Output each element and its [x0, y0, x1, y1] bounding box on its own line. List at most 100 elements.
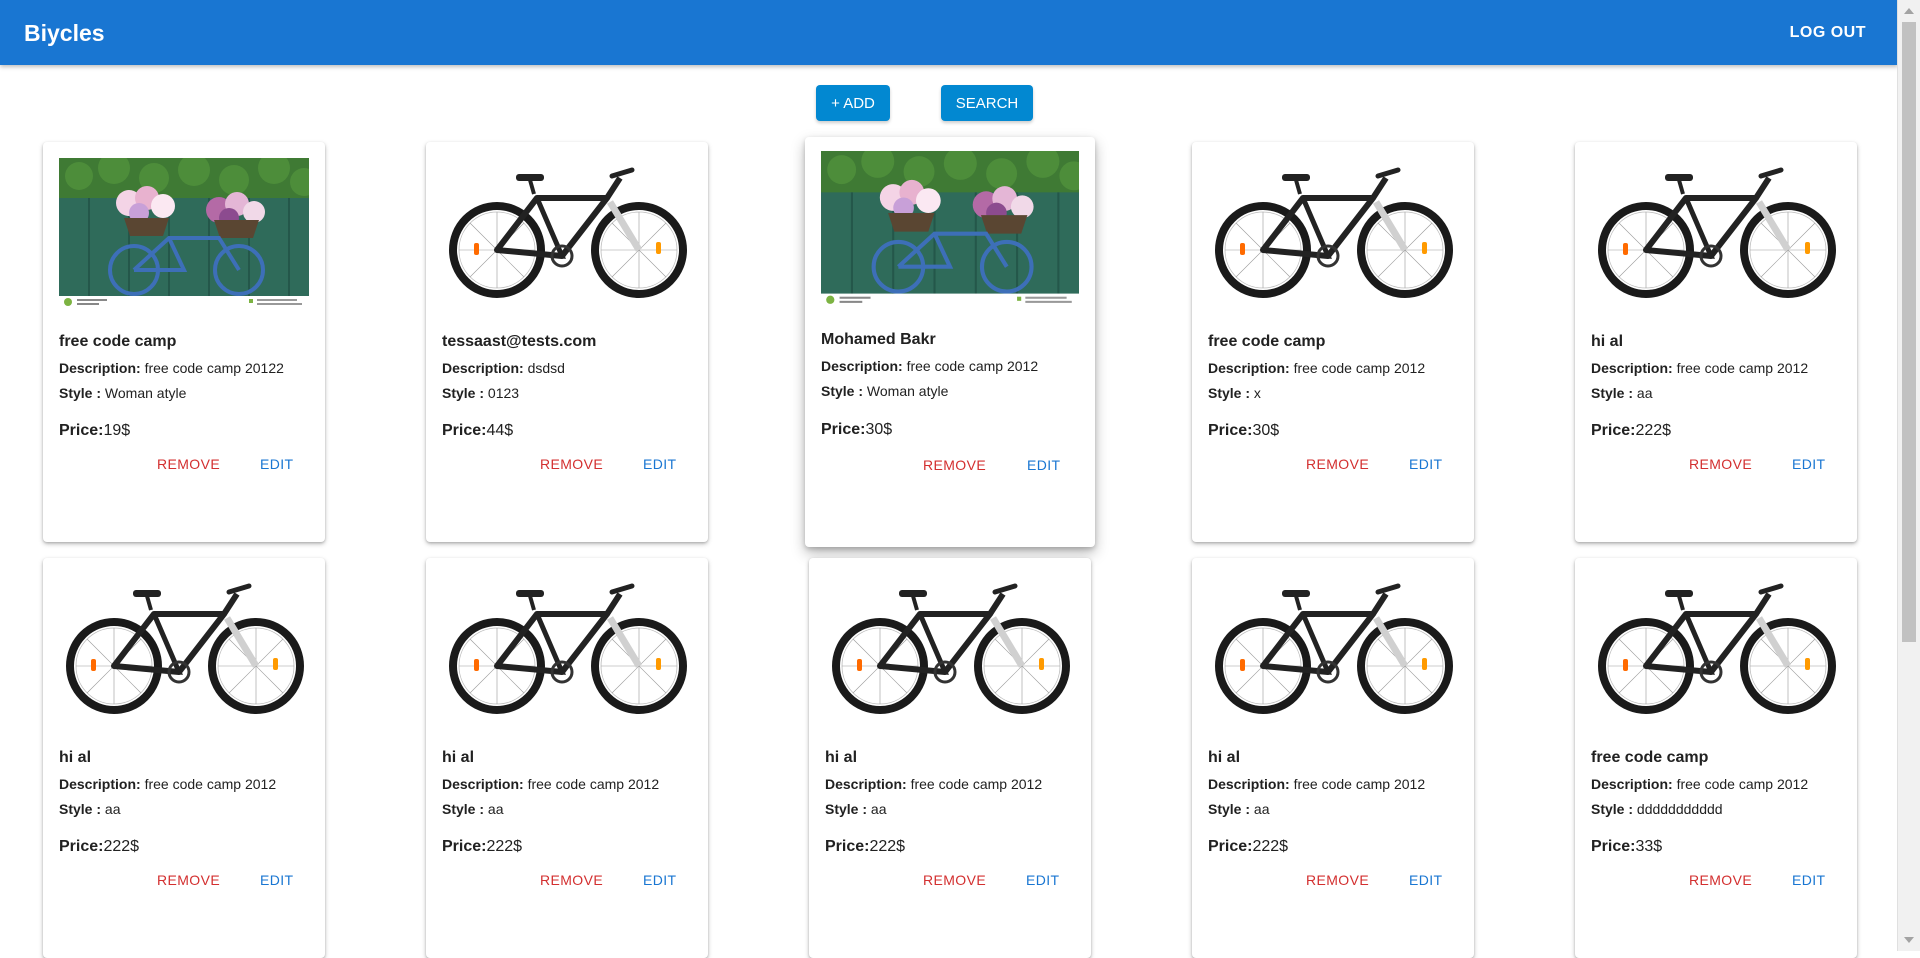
price-value: 222$	[1635, 422, 1672, 439]
style-value: aa	[1253, 801, 1270, 817]
card-title: hi al	[825, 749, 858, 766]
page-scrollbar[interactable]	[1897, 0, 1920, 951]
card-title: free code camp	[1591, 749, 1709, 766]
remove-button[interactable]: REMOVE	[1306, 456, 1369, 472]
style-label: Style :	[1208, 385, 1251, 401]
price-label: Price:	[442, 838, 487, 855]
style-label: Style :	[442, 801, 485, 817]
description-value: free code camp 2012	[1676, 360, 1809, 376]
description-label: Description:	[59, 360, 141, 376]
remove-button[interactable]: REMOVE	[157, 872, 220, 888]
description-value: free code camp 2012	[144, 776, 277, 792]
card-title: hi al	[442, 749, 475, 766]
style-label: Style :	[59, 801, 102, 817]
remove-button[interactable]: REMOVE	[1689, 872, 1752, 888]
remove-button[interactable]: REMOVE	[540, 456, 603, 472]
price-value: 222$	[486, 838, 523, 855]
style-label: Style :	[821, 383, 864, 399]
bicycle-card: hi al Description: free code camp 2012 S…	[809, 558, 1091, 958]
remove-button[interactable]: REMOVE	[540, 872, 603, 888]
description-label: Description:	[1591, 360, 1673, 376]
price-value: 19$	[103, 422, 131, 439]
style-label: Style :	[1208, 801, 1251, 817]
edit-button[interactable]: EDIT	[1409, 456, 1443, 472]
bicycle-photo	[59, 574, 309, 724]
remove-button[interactable]: REMOVE	[157, 456, 220, 472]
scrollbar-thumb[interactable]	[1902, 22, 1916, 642]
bicycle-photo	[1591, 574, 1841, 724]
bicycle-card: free code camp Description: free code ca…	[1575, 558, 1857, 958]
price-label: Price:	[59, 422, 104, 439]
remove-button[interactable]: REMOVE	[1689, 456, 1752, 472]
remove-button[interactable]: REMOVE	[1306, 872, 1369, 888]
bicycle-photo	[59, 158, 309, 308]
style-label: Style :	[59, 385, 102, 401]
description-label: Description:	[821, 358, 903, 374]
scroll-down-icon[interactable]	[1904, 937, 1914, 943]
description-label: Description:	[442, 776, 524, 792]
edit-button[interactable]: EDIT	[260, 872, 294, 888]
style-value: Woman atyle	[104, 385, 187, 401]
card-title: free code camp	[1208, 333, 1326, 350]
edit-button[interactable]: EDIT	[643, 872, 677, 888]
edit-button[interactable]: EDIT	[1792, 456, 1826, 472]
price-value: 222$	[103, 838, 140, 855]
description-value: free code camp 2012	[1293, 776, 1426, 792]
edit-button[interactable]: EDIT	[1026, 872, 1060, 888]
price-label: Price:	[59, 838, 104, 855]
add-button[interactable]: + ADD	[816, 85, 890, 121]
search-button[interactable]: SEARCH	[941, 85, 1033, 121]
edit-button[interactable]: EDIT	[643, 456, 677, 472]
description-value: free code camp 2012	[527, 776, 660, 792]
price-label: Price:	[1591, 422, 1636, 439]
price-value: 222$	[1252, 838, 1289, 855]
bicycle-card: hi al Description: free code camp 2012 S…	[426, 558, 708, 958]
card-title: hi al	[1591, 333, 1624, 350]
style-value: ddddddddddd	[1636, 801, 1723, 817]
remove-button[interactable]: REMOVE	[923, 872, 986, 888]
description-value: free code camp 2012	[910, 776, 1043, 792]
description-value: free code camp 20122	[144, 360, 284, 376]
bicycle-photo	[442, 574, 692, 724]
style-value: aa	[487, 801, 504, 817]
card-title: hi al	[1208, 749, 1241, 766]
description-value: dsdsd	[527, 360, 565, 376]
price-label: Price:	[1208, 422, 1253, 439]
bicycle-card: Mohamed Bakr Description: free code camp…	[805, 137, 1095, 547]
bicycle-photo	[1591, 158, 1841, 308]
scroll-up-icon[interactable]	[1904, 8, 1914, 14]
description-label: Description:	[825, 776, 907, 792]
description-value: free code camp 2012	[906, 358, 1039, 374]
bicycle-photo	[825, 574, 1075, 724]
style-value: aa	[870, 801, 887, 817]
card-title: hi al	[59, 749, 92, 766]
price-label: Price:	[1208, 838, 1253, 855]
bicycle-card: free code camp Description: free code ca…	[1192, 142, 1474, 542]
price-label: Price:	[825, 838, 870, 855]
edit-button[interactable]: EDIT	[1409, 872, 1443, 888]
app-bar: Biycles LOG OUT	[0, 0, 1898, 65]
logout-button[interactable]: LOG OUT	[1790, 24, 1866, 42]
style-value: Woman atyle	[866, 383, 949, 399]
description-label: Description:	[442, 360, 524, 376]
edit-button[interactable]: EDIT	[1027, 457, 1061, 473]
bicycle-card: hi al Description: free code camp 2012 S…	[43, 558, 325, 958]
price-label: Price:	[442, 422, 487, 439]
description-value: free code camp 2012	[1676, 776, 1809, 792]
style-value: 0123	[487, 385, 520, 401]
style-value: aa	[1636, 385, 1653, 401]
bicycle-photo	[821, 151, 1079, 306]
remove-button[interactable]: REMOVE	[923, 457, 986, 473]
description-label: Description:	[1591, 776, 1673, 792]
card-title: free code camp	[59, 333, 177, 350]
edit-button[interactable]: EDIT	[260, 456, 294, 472]
price-value: 33$	[1635, 838, 1663, 855]
price-value: 222$	[869, 838, 906, 855]
description-label: Description:	[1208, 360, 1290, 376]
edit-button[interactable]: EDIT	[1792, 872, 1826, 888]
style-label: Style :	[1591, 385, 1634, 401]
price-label: Price:	[1591, 838, 1636, 855]
style-label: Style :	[442, 385, 485, 401]
card-title: tessaast@tests.com	[442, 333, 597, 350]
price-label: Price:	[821, 421, 866, 438]
